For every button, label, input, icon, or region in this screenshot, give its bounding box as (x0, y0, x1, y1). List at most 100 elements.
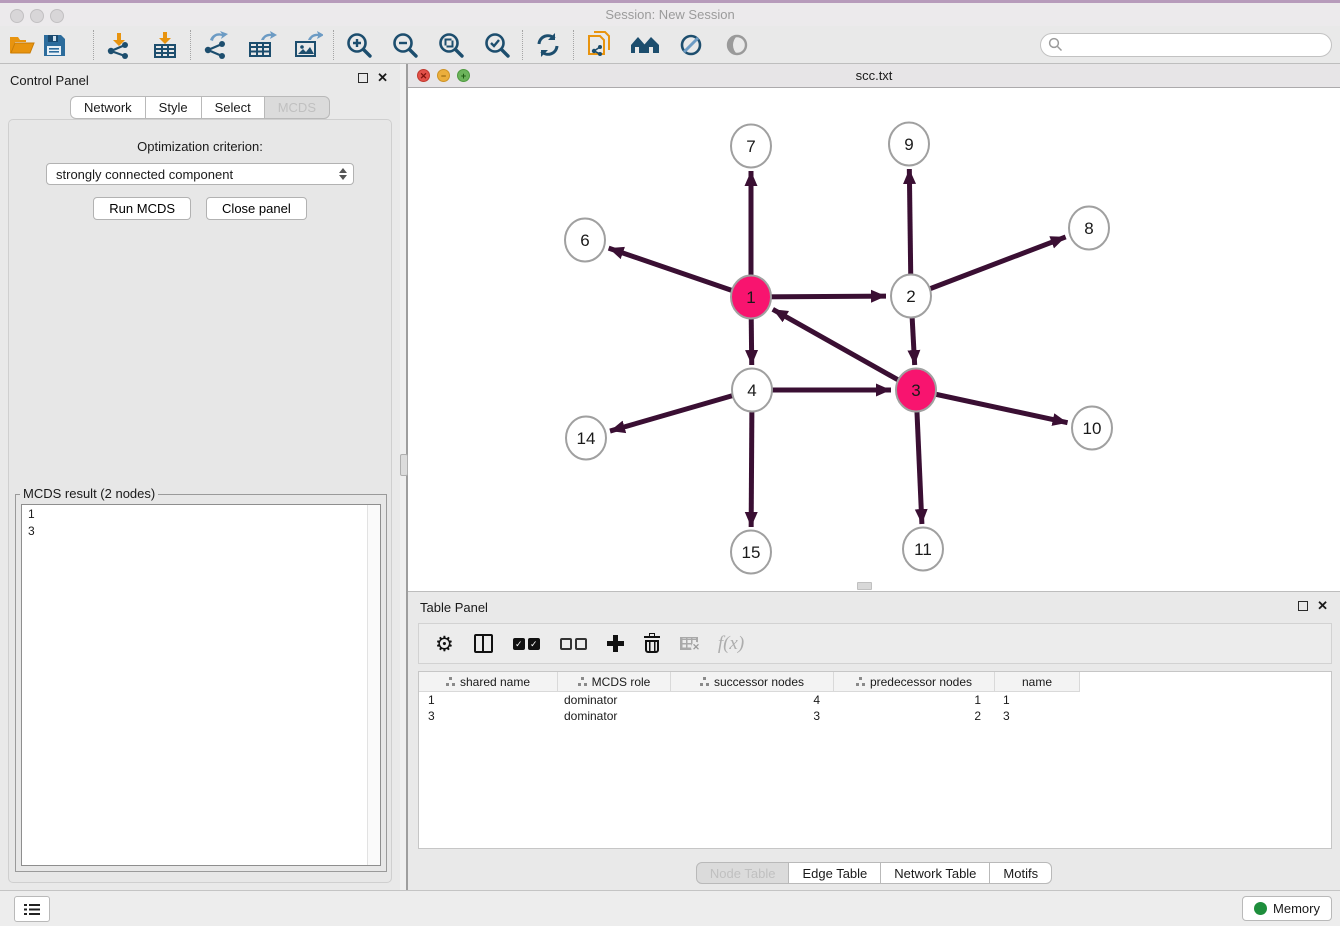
show-all-icon[interactable] (721, 29, 753, 61)
refresh-icon[interactable] (532, 29, 564, 61)
memory-status-icon (1254, 902, 1267, 915)
hide-selected-icon[interactable] (675, 29, 707, 61)
close-table-panel-icon[interactable]: ✕ (1317, 598, 1328, 614)
optimization-criterion-label: Optimization criterion: (9, 139, 391, 154)
add-column-icon[interactable] (607, 635, 624, 652)
save-session-icon[interactable] (38, 29, 70, 61)
frame-close-icon[interactable]: ✕ (417, 69, 430, 82)
close-panel-icon[interactable]: ✕ (377, 70, 388, 86)
tab-network[interactable]: Network (70, 96, 146, 119)
control-panel-tabs: Network Style Select MCDS (0, 96, 400, 119)
tab-network-table[interactable]: Network Table (880, 862, 990, 884)
tab-edge-table[interactable]: Edge Table (788, 862, 881, 884)
tab-node-table[interactable]: Node Table (696, 862, 790, 884)
column-type-icon (700, 677, 709, 686)
control-panel-title: Control Panel (10, 73, 89, 88)
deselect-all-columns-icon[interactable] (560, 638, 587, 650)
cell-mcds-role: dominator (558, 709, 671, 723)
table-settings-gear-icon[interactable]: ⚙ (435, 634, 454, 654)
memory-label: Memory (1273, 901, 1320, 916)
delete-table-icon (680, 637, 698, 650)
column-header-name[interactable]: name (995, 672, 1080, 692)
column-header-predecessor-nodes[interactable]: predecessor nodes (834, 672, 995, 692)
mcds-result-list[interactable]: 1 3 (21, 504, 381, 866)
column-header-successor-nodes[interactable]: successor nodes (671, 672, 834, 692)
task-history-button[interactable] (14, 896, 50, 922)
memory-button[interactable]: Memory (1242, 896, 1332, 921)
import-network-icon[interactable] (103, 29, 135, 61)
splitter-grip[interactable] (400, 454, 408, 476)
export-image-icon[interactable] (292, 29, 324, 61)
window-controls (10, 9, 64, 23)
show-columns-icon[interactable] (474, 634, 493, 653)
window-titlebar: Session: New Session (0, 0, 1340, 26)
function-builder-icon: f(x) (718, 633, 744, 655)
column-type-icon (578, 677, 587, 686)
zoom-selected-icon[interactable] (481, 29, 513, 61)
zoom-out-icon[interactable] (389, 29, 421, 61)
table-panel-title: Table Panel (420, 600, 488, 615)
export-table-icon[interactable] (246, 29, 278, 61)
select-all-columns-icon[interactable]: ✓✓ (513, 638, 540, 650)
close-panel-button[interactable]: Close panel (206, 197, 307, 220)
tab-motifs[interactable]: Motifs (989, 862, 1052, 884)
first-neighbors-icon[interactable] (629, 29, 661, 61)
graph-edge-3-10[interactable] (916, 390, 1068, 423)
open-file-icon[interactable] (6, 29, 38, 61)
network-from-file-icon[interactable] (583, 29, 615, 61)
search-field[interactable] (1040, 33, 1332, 57)
table-panel: Table Panel ✕ ⚙ ✓✓ f(x) shared name MCDS… (408, 592, 1340, 890)
graph-node-label-8: 8 (1084, 219, 1093, 238)
import-table-icon[interactable] (149, 29, 181, 61)
cell-mcds-role: dominator (558, 693, 671, 707)
select-arrows-icon (339, 168, 347, 180)
result-line: 3 (28, 523, 380, 540)
column-header-mcds-role[interactable]: MCDS role (558, 672, 671, 692)
control-panel: Control Panel ✕ Network Style Select MCD… (0, 64, 400, 890)
graph-edge-2-8[interactable] (911, 237, 1066, 296)
network-canvas[interactable]: 7968124314101511 (408, 88, 1340, 591)
graph-node-label-14: 14 (577, 429, 596, 448)
table-row[interactable]: 3 dominator 3 2 3 (419, 708, 1331, 724)
graph-node-label-10: 10 (1083, 419, 1102, 438)
column-type-icon (856, 677, 865, 686)
graph-edge-4-14[interactable] (610, 390, 752, 431)
cell-successor-nodes: 3 (671, 709, 834, 723)
network-view-frame: ✕ − + scc.txt 7968124314101511 (408, 64, 1340, 592)
delete-column-icon[interactable] (644, 635, 660, 653)
cell-predecessor-nodes: 2 (834, 709, 995, 723)
result-scrollbar[interactable] (367, 505, 380, 865)
graph-node-label-2: 2 (906, 287, 915, 306)
network-graph[interactable]: 7968124314101511 (408, 88, 1340, 591)
graph-edge-1-6[interactable] (609, 248, 751, 297)
close-window-button[interactable] (10, 9, 24, 23)
zoom-in-icon[interactable] (343, 29, 375, 61)
tab-mcds[interactable]: MCDS (264, 96, 330, 119)
graph-edge-3-1[interactable] (773, 309, 916, 390)
canvas-splitter-grip[interactable] (857, 582, 872, 590)
zoom-fit-icon[interactable] (435, 29, 467, 61)
node-table[interactable]: shared name MCDS role successor nodes pr… (418, 671, 1332, 849)
export-network-icon[interactable] (200, 29, 232, 61)
frame-minimize-icon[interactable]: − (437, 69, 450, 82)
table-row[interactable]: 1 dominator 4 1 1 (419, 692, 1331, 708)
criterion-select[interactable]: strongly connected component (46, 163, 354, 185)
column-type-icon (446, 677, 455, 686)
minimize-window-button[interactable] (30, 9, 44, 23)
tab-style[interactable]: Style (145, 96, 202, 119)
run-mcds-button[interactable]: Run MCDS (93, 197, 191, 220)
float-panel-icon[interactable] (358, 73, 368, 83)
table-toolbar: ⚙ ✓✓ f(x) (418, 623, 1332, 664)
search-input[interactable] (1063, 35, 1331, 55)
cell-predecessor-nodes: 1 (834, 693, 995, 707)
cell-successor-nodes: 4 (671, 693, 834, 707)
cell-shared-name: 1 (419, 693, 558, 707)
frame-maximize-icon[interactable]: + (457, 69, 470, 82)
mcds-result-title: MCDS result (2 nodes) (20, 486, 158, 501)
criterion-value: strongly connected component (56, 167, 339, 182)
panel-splitter[interactable] (400, 64, 408, 890)
column-header-shared-name[interactable]: shared name (419, 672, 558, 692)
maximize-window-button[interactable] (50, 9, 64, 23)
float-table-panel-icon[interactable] (1298, 601, 1308, 611)
tab-select[interactable]: Select (201, 96, 265, 119)
